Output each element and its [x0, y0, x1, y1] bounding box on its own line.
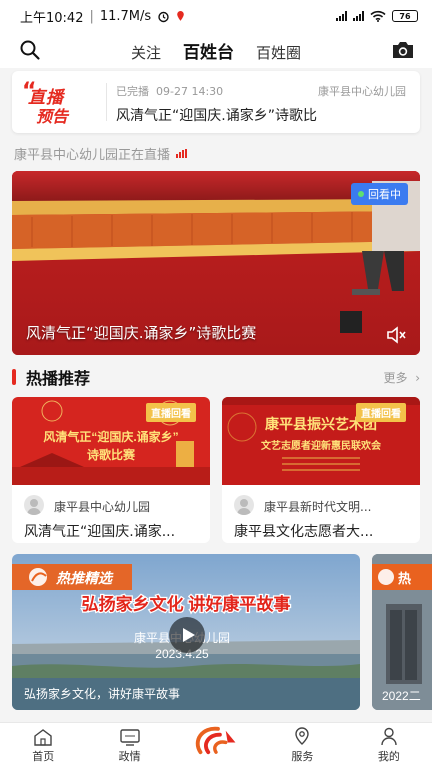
search-icon[interactable] [18, 38, 42, 62]
play-icon[interactable] [168, 616, 206, 654]
status-bar: 上午10:42 | 11.7M/s 76 [0, 0, 432, 32]
hot-card-banner-line2: 诗歌比赛 [87, 447, 136, 462]
more-link[interactable]: 更多 › [384, 369, 420, 386]
card-author: 康平县中心幼儿园 [54, 500, 151, 514]
divider [106, 83, 107, 121]
mute-icon[interactable] [386, 325, 408, 345]
center-logo-icon [195, 726, 236, 755]
banner-next-label: 热 [398, 571, 411, 586]
preview-status: 已完播 09-27 14:30 [116, 85, 224, 98]
preview-org: 康平县中心幼儿园 [318, 85, 406, 98]
location-icon [295, 727, 310, 745]
preview-title: 风清气正“迎国庆.诵家乡”诗歌比 [116, 108, 317, 124]
bottom-nav: 首页 政情 服务 我的 [0, 722, 432, 768]
nav-center[interactable] [173, 723, 259, 768]
avatar [24, 495, 44, 515]
tv-icon [119, 729, 140, 746]
banner-label: 热推精选 [55, 570, 114, 586]
hot-card-banner-line1: 风清气正“迎国庆.诵家乡” [43, 429, 178, 444]
user-icon [381, 727, 397, 746]
section-accent-bar [12, 369, 16, 385]
featured-banner-next-image: 热 2022二 [372, 554, 432, 710]
replay-badge: 回看中 [351, 183, 408, 205]
live-now-line[interactable]: 康平县中心幼儿园正在直播 [14, 144, 188, 163]
featured-banner[interactable]: 热推精选 弘扬家乡文化 讲好康平故事 康平县中心幼儿园 2023.4.25 弘扬… [12, 554, 360, 710]
featured-banner-next[interactable]: 热 2022二 [372, 554, 432, 710]
signal-1-icon [336, 11, 347, 21]
hot-card-2[interactable]: 康平县振兴艺术团 文艺志愿者迎新惠民联欢会 直播回看 康平县新时代文明... 康… [222, 397, 420, 543]
status-time: 上午10:42 [20, 10, 84, 26]
nav-politics-label: 政情 [118, 750, 141, 763]
top-nav: 关注 百姓台 百姓圈 [0, 32, 432, 68]
tab-baixingtai[interactable]: 百姓台 [183, 38, 234, 63]
nav-politics[interactable]: 政情 [86, 723, 172, 768]
live-preview-logo: “ 直播 预告 [22, 79, 69, 126]
tab-follow[interactable]: 关注 [131, 42, 161, 63]
signal-2-icon [353, 11, 364, 21]
live-bars-icon [176, 149, 188, 158]
home-icon [34, 729, 52, 746]
network-speed: 11.7M/s [99, 8, 152, 24]
nav-home[interactable]: 首页 [0, 723, 86, 768]
hot-card-banner-line2: 文艺志愿者迎新惠民联欢会 [261, 439, 381, 452]
video-title: 风清气正“迎国庆.诵家乡”诗歌比赛 [26, 324, 257, 342]
live-preview-card[interactable]: “ 直播 预告 已完播 09-27 14:30 康平县中心幼儿园 风清气正“迎国… [12, 71, 420, 133]
banner-headline: 弘扬家乡文化 讲好康平故事 [82, 594, 291, 614]
banner-caption: 弘扬家乡文化，讲好康平故事 [24, 686, 180, 701]
replay-tag: 直播回看 [356, 403, 406, 422]
card-author: 康平县新时代文明... [264, 500, 372, 514]
main-video[interactable]: 回看中 风清气正“迎国庆.诵家乡”诗歌比赛 [12, 171, 420, 355]
section-title: 热播推荐 [26, 369, 91, 388]
wifi-icon [370, 10, 386, 22]
avatar [234, 495, 254, 515]
hot-section-header: 热播推荐 更多 › [12, 366, 420, 388]
card-title: 风清气正“迎国庆.诵家... [24, 524, 176, 540]
nav-mine[interactable]: 我的 [346, 723, 432, 768]
nav-service-label: 服务 [291, 750, 314, 763]
banner-next-caption: 2022二 [382, 689, 421, 703]
nav-mine-label: 我的 [377, 750, 400, 763]
alarm-icon [158, 11, 169, 22]
tab-baixingquan[interactable]: 百姓圈 [256, 42, 301, 63]
nav-home-label: 首页 [32, 750, 55, 763]
nav-service[interactable]: 服务 [259, 723, 345, 768]
card-title: 康平县文化志愿者大... [234, 524, 374, 540]
hot-card-1[interactable]: 风清气正“迎国庆.诵家乡” 诗歌比赛 直播回看 康平县中心幼儿园 风清气正“迎国… [12, 397, 210, 543]
replay-tag: 直播回看 [146, 403, 196, 422]
camera-icon[interactable] [390, 38, 416, 62]
battery-icon: 76 [392, 10, 418, 22]
location-pin-icon [177, 11, 184, 21]
